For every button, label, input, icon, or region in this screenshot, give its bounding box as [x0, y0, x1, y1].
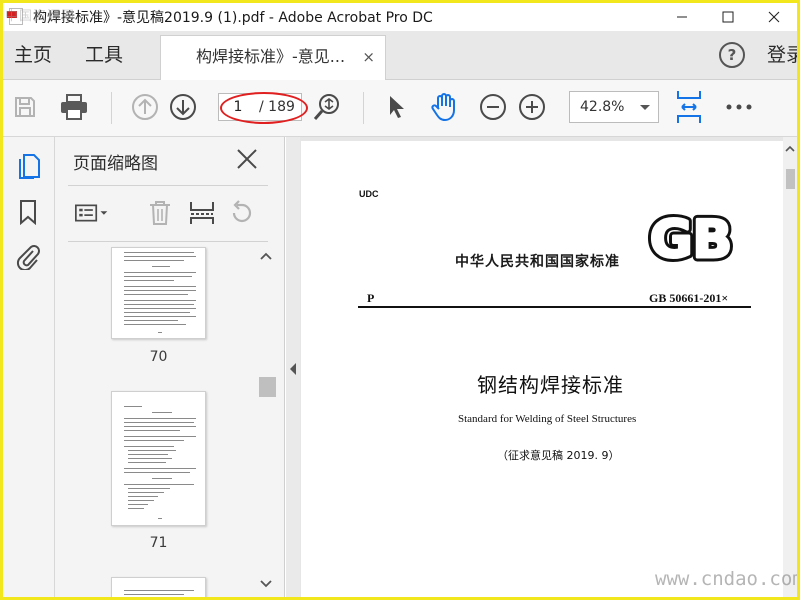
panel-divider [68, 185, 268, 186]
hand-tool-button[interactable] [428, 91, 460, 123]
nav-home[interactable]: 主页 [14, 31, 52, 79]
attachment-icon [16, 245, 40, 270]
bookmarks-panel-button[interactable] [13, 197, 43, 227]
login-button[interactable]: 登录 [767, 31, 800, 79]
title-bar: 中国资源网 构焊接标准》-意见稿2019.9 (1).pdf - Adobe A… [3, 3, 797, 31]
delete-page-button[interactable] [143, 197, 177, 229]
prev-page-button[interactable] [129, 91, 161, 123]
left-icon-rail [3, 137, 55, 597]
more-icon [726, 104, 752, 110]
zoom-out-button[interactable] [477, 91, 509, 123]
thumbnail-options-button[interactable] [75, 197, 109, 229]
zoom-out-icon [480, 94, 506, 120]
chevron-down-icon [640, 105, 650, 110]
zoom-value: 42.8% [580, 99, 625, 115]
scroll-down-icon[interactable] [260, 579, 272, 589]
classification-code: P [367, 291, 375, 305]
document-view[interactable]: UDC GB GB 中华人民共和国国家标准 P GB 50661-201× 钢结… [300, 137, 797, 597]
nav-tools[interactable]: 工具 [85, 31, 123, 79]
scroll-up-icon[interactable] [785, 145, 795, 153]
page-thumbnail[interactable] [111, 247, 206, 339]
close-icon [237, 149, 257, 169]
udc-label: UDC [359, 189, 379, 199]
scroll-up-icon[interactable] [260, 251, 272, 261]
document-scrollbar[interactable] [783, 137, 797, 597]
save-button[interactable] [9, 91, 41, 123]
next-page-button[interactable] [167, 91, 199, 123]
thumbnail-scrollbar[interactable] [257, 249, 276, 595]
main-toolbar: / 189 42.8% [3, 80, 797, 137]
close-icon [768, 11, 780, 23]
site-watermark-top: 中国资源网 [5, 9, 76, 24]
panel-close-button[interactable] [235, 147, 259, 171]
gb-logo: GB GB [641, 206, 741, 275]
maximize-icon [722, 11, 734, 23]
hand-icon [431, 93, 455, 122]
window-controls [659, 3, 797, 31]
document-subtitle: Standard for Welding of Steel Structures [458, 413, 637, 425]
thumbnail-page-number: 71 [149, 535, 168, 551]
rotate-icon [232, 200, 252, 223]
standard-number: GB 50661-201× [649, 291, 729, 305]
svg-text:GB: GB [650, 211, 732, 267]
prev-page-icon [132, 94, 158, 120]
tab-close-button[interactable]: × [362, 36, 375, 78]
rotate-page-button[interactable] [225, 197, 259, 229]
scrollbar-thumb[interactable] [259, 377, 276, 397]
maximize-button[interactable] [705, 3, 751, 31]
help-button[interactable]: ? [719, 42, 745, 68]
page-thumbnail[interactable] [111, 391, 206, 526]
tab-document-label: 构焊接标准》-意见... [196, 47, 346, 66]
draft-note: （征求意见稿 2019. 9） [497, 449, 620, 462]
zoom-select[interactable]: 42.8% [569, 91, 659, 123]
tab-bar: 主页 工具 构焊接标准》-意见... × ? 登录 [3, 31, 800, 80]
fit-page-icon [677, 91, 701, 123]
fit-page-button[interactable] [673, 91, 705, 123]
print-icon [61, 94, 87, 120]
page-search-icon [313, 94, 339, 120]
panel-divider [68, 241, 268, 242]
thumbnail-page-number: 70 [149, 349, 168, 365]
select-tool-button[interactable] [381, 91, 413, 123]
bookmark-icon [20, 200, 36, 225]
pages-panel-button[interactable] [13, 151, 43, 181]
extract-page-button[interactable] [185, 197, 219, 229]
panel-title: 页面缩略图 [73, 154, 158, 174]
pages-icon [19, 154, 40, 179]
next-page-icon [170, 94, 196, 120]
save-icon [15, 97, 35, 117]
page-total: / 189 [259, 99, 295, 115]
zoom-in-icon [519, 94, 545, 120]
document-title: 钢结构焊接标准 [477, 373, 624, 397]
close-window-button[interactable] [751, 3, 797, 31]
page-number-box: / 189 [218, 93, 302, 121]
tab-document[interactable]: 构焊接标准》-意见... × [160, 35, 386, 80]
thumbnail-panel: 页面缩略图 70 71 [55, 137, 285, 600]
print-button[interactable] [58, 91, 90, 123]
pdf-page: UDC GB GB 中华人民共和国国家标准 P GB 50661-201× 钢结… [301, 141, 783, 597]
site-watermark-bottom: www.cndao.com [655, 568, 800, 590]
collapse-left-icon [290, 363, 296, 375]
thumbnail-options-icon [75, 204, 108, 222]
scrollbar-thumb[interactable] [786, 169, 795, 189]
window-title: 构焊接标准》-意见稿2019.9 (1).pdf - Adobe Acrobat… [33, 10, 433, 26]
panel-collapse-handle[interactable] [286, 137, 300, 597]
zoom-in-button[interactable] [516, 91, 548, 123]
header-rule [358, 306, 751, 308]
delete-icon [150, 201, 170, 225]
national-standard-heading: 中华人民共和国国家标准 [455, 254, 620, 270]
page-number-input[interactable] [221, 96, 255, 118]
attachments-panel-button[interactable] [13, 241, 43, 271]
more-tools-button[interactable] [723, 91, 755, 123]
minimize-icon [677, 16, 687, 18]
page-thumbnail[interactable] [111, 577, 206, 600]
minimize-button[interactable] [659, 3, 705, 31]
select-arrow-icon [390, 96, 404, 118]
page-search-button[interactable] [311, 91, 343, 123]
extract-icon [190, 202, 214, 224]
toolbar-divider [111, 92, 112, 124]
toolbar-divider [363, 92, 364, 124]
